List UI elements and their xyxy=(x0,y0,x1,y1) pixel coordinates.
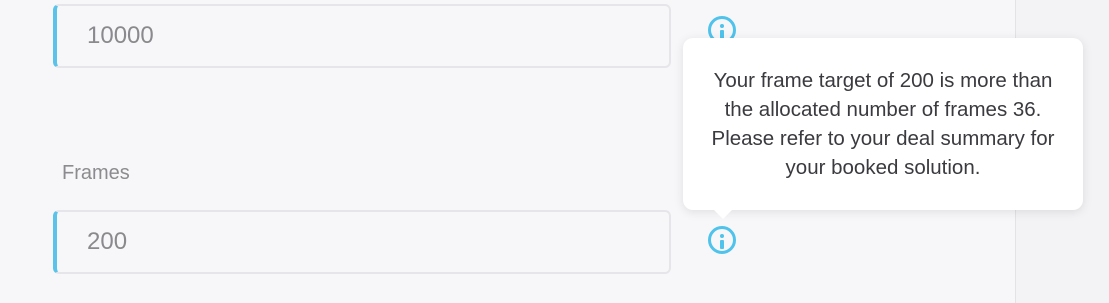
frames-label: Frames xyxy=(62,162,130,184)
impressions-input[interactable]: 10000 xyxy=(53,4,671,68)
tooltip-arrow xyxy=(713,209,733,219)
info-icon[interactable] xyxy=(708,226,736,254)
tooltip-text: Your frame target of 200 is more than th… xyxy=(711,69,1055,179)
info-icon-dot xyxy=(720,24,724,28)
frames-warning-tooltip: Your frame target of 200 is more than th… xyxy=(683,38,1083,210)
frames-input[interactable]: 200 xyxy=(53,210,671,274)
impressions-input-value: 10000 xyxy=(87,22,154,49)
info-icon-stem xyxy=(720,240,724,249)
info-icon-dot xyxy=(720,234,724,238)
frames-input-value: 200 xyxy=(87,228,128,255)
